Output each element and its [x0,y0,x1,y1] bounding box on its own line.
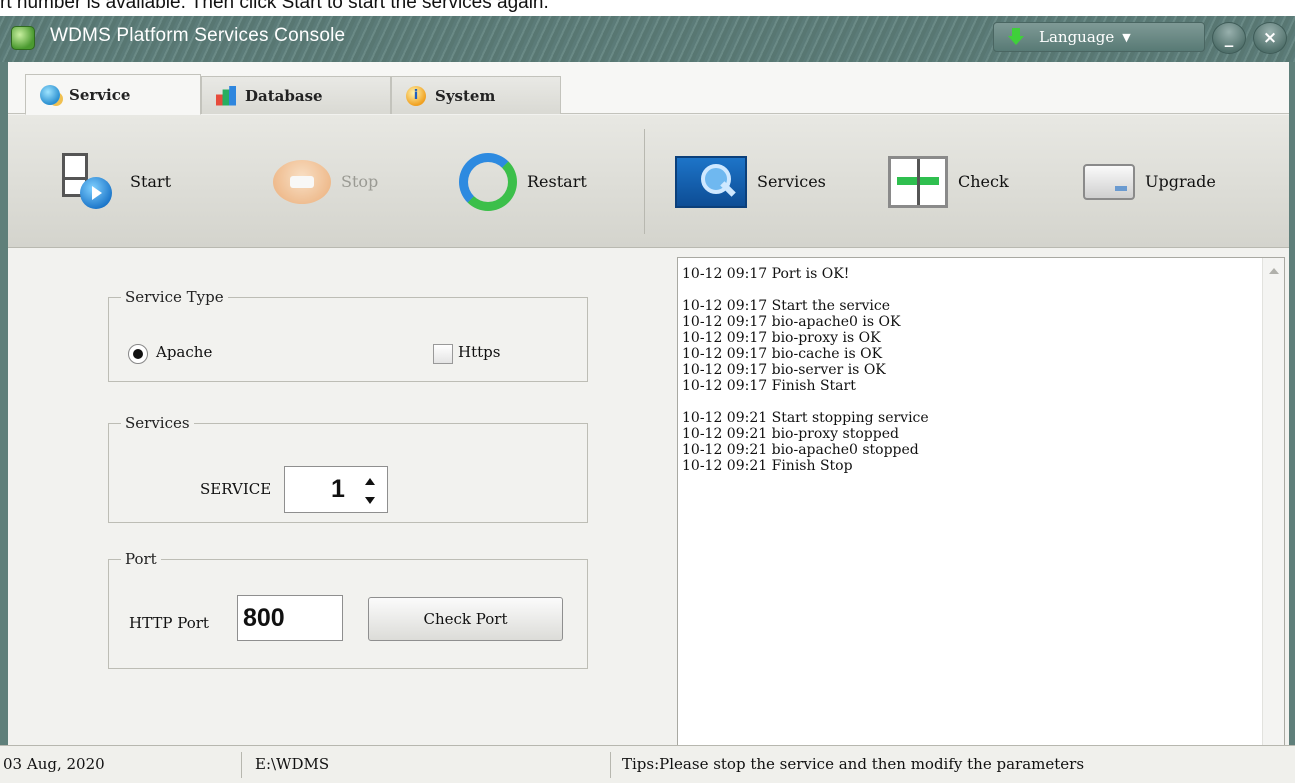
language-label: Language [1039,28,1115,46]
apache-label: Apache [156,343,213,361]
upgrade-label: Upgrade [1145,172,1216,191]
log-text: 10-12 09:17 Port is OK! 10-12 09:17 Star… [682,266,929,474]
service-count-stepper[interactable]: 1 [284,466,388,513]
http-port-input[interactable] [237,595,343,641]
client-area: Service Database i System Start Stop Res… [8,62,1289,778]
services-legend: Services [125,414,190,432]
check-port-button[interactable]: Check Port [368,597,563,641]
services-label: Services [757,172,826,191]
console-window: WDMS Platform Services Console Language … [0,16,1295,783]
http-port-field[interactable] [238,596,342,640]
upgrade-button[interactable]: Upgrade [1083,115,1216,248]
tab-database[interactable]: Database [201,76,391,114]
upgrade-drive-icon [1083,163,1135,200]
status-separator [610,752,611,778]
check-button[interactable]: Check [888,115,1009,248]
close-button[interactable]: × [1253,22,1287,54]
stop-button[interactable]: Stop [273,115,378,248]
download-arrow-icon [1008,28,1024,46]
status-separator [241,752,242,778]
log-output[interactable]: 10-12 09:17 Port is OK! 10-12 09:17 Star… [677,257,1285,769]
service-type-legend: Service Type [125,288,224,306]
restart-button[interactable]: Restart [459,115,587,248]
service-count-value: 1 [331,475,345,503]
restart-refresh-icon [459,152,517,211]
stop-icon [273,159,331,204]
settings-pane: Service Type Apache Https Services SERVI… [8,249,670,777]
status-bar: 03 Aug, 2020 E:\WDMS Tips:Please stop th… [0,745,1295,783]
instruction-text-fragment: rt number is available. Then click Start… [0,0,549,13]
language-dropdown[interactable]: Language ▼ [993,22,1205,52]
check-label: Check [958,172,1009,191]
system-info-icon: i [406,85,426,106]
status-tips: Tips:Please stop the service and then mo… [622,755,1085,773]
start-label: Start [130,172,172,191]
check-panel-icon [888,155,948,208]
services-button[interactable]: Services [675,115,826,248]
port-legend: Port [125,550,157,568]
chevron-down-icon: ▼ [1122,30,1131,44]
https-checkbox[interactable] [433,344,453,364]
tab-service[interactable]: Service [25,74,201,115]
services-search-icon [675,155,747,208]
https-label: Https [458,343,501,361]
toolbar-separator [644,129,645,234]
tab-bar: Service Database i System [8,62,1289,115]
app-icon [11,26,35,50]
status-path: E:\WDMS [255,755,330,773]
start-button[interactable]: Start [62,115,171,248]
service-label: SERVICE [200,480,272,498]
toolbar: Start Stop Restart Services Check Upgrad… [8,115,1289,248]
http-port-label: HTTP Port [129,614,209,632]
tab-service-label: Service [69,85,131,104]
log-scrollbar[interactable] [1262,258,1284,768]
tab-database-label: Database [245,86,323,105]
service-type-group: Service Type [108,288,588,382]
window-title: WDMS Platform Services Console [50,25,346,46]
service-globe-icon [40,84,60,105]
title-bar[interactable]: WDMS Platform Services Console Language … [0,16,1295,62]
database-chart-icon [216,85,236,106]
status-date: 03 Aug, 2020 [3,755,105,773]
scroll-up-icon[interactable] [1269,268,1279,274]
start-play-icon [62,152,120,211]
restart-label: Restart [527,172,587,191]
tab-system-label: System [435,86,496,105]
minimize-button[interactable]: _ [1212,22,1246,54]
tab-system[interactable]: i System [391,76,561,114]
apache-radio[interactable] [128,344,148,364]
stop-label: Stop [341,172,379,191]
stepper-arrows-icon[interactable] [365,476,375,506]
